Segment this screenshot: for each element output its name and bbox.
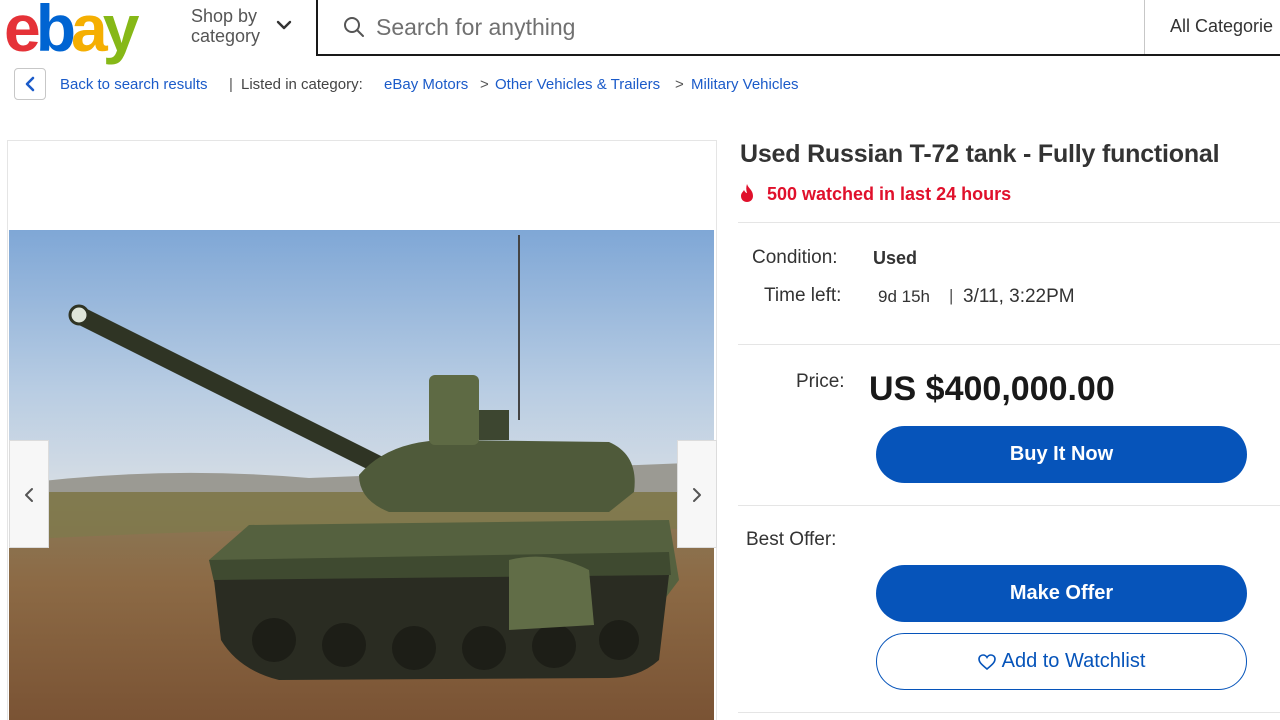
ebay-logo[interactable]: ebay xyxy=(4,0,140,65)
logo-letter-e: e xyxy=(4,0,41,65)
chevron-left-icon xyxy=(25,488,33,502)
listing-title: Used Russian T-72 tank - Fully functiona… xyxy=(740,140,1220,168)
back-button[interactable] xyxy=(14,68,46,100)
condition-value: Used xyxy=(873,248,918,268)
back-to-search-link[interactable]: Back to search results xyxy=(60,76,208,93)
logo-letter-y: y xyxy=(102,0,140,65)
watch-count-badge: 500 watched in last 24 hours xyxy=(767,184,1012,204)
site-header: ebay Shop by category All Categorie xyxy=(0,0,1280,64)
time-divider: | xyxy=(949,286,954,305)
logo-letter-a: a xyxy=(71,0,108,65)
previous-image-button[interactable] xyxy=(9,440,49,548)
chevron-down-icon[interactable] xyxy=(273,14,295,36)
time-left-label: Time left: xyxy=(764,285,842,306)
logo-letter-b: b xyxy=(35,0,76,65)
add-to-watchlist-button[interactable]: Add to Watchlist xyxy=(876,633,1247,690)
search-icon xyxy=(344,17,364,37)
condition-label: Condition: xyxy=(752,247,838,268)
breadcrumb-divider: | xyxy=(229,76,233,93)
divider xyxy=(738,222,1280,223)
shop-by-category[interactable]: Shop by category xyxy=(191,6,260,46)
shop-by-line1: Shop by xyxy=(191,6,258,26)
divider xyxy=(738,505,1280,506)
listing-photo-tank[interactable] xyxy=(9,230,714,720)
search-divider xyxy=(1144,0,1145,54)
category-select[interactable]: All Categorie xyxy=(1170,16,1273,37)
breadcrumb-item-other-vehicles[interactable]: Other Vehicles & Trailers xyxy=(495,76,660,93)
breadcrumb-separator: > xyxy=(675,76,684,93)
time-left-value: 9d 15h xyxy=(878,287,930,306)
breadcrumb-item-ebay-motors[interactable]: eBay Motors xyxy=(384,76,468,93)
divider xyxy=(738,712,1280,713)
breadcrumb-separator: > xyxy=(480,76,489,93)
heart-icon xyxy=(977,653,996,670)
divider xyxy=(738,344,1280,345)
tank-photo-illustration xyxy=(9,230,714,720)
watchlist-label: Add to Watchlist xyxy=(1001,650,1146,672)
chevron-right-icon xyxy=(693,488,701,502)
price-value: US $400,000.00 xyxy=(869,370,1115,408)
buy-it-now-button[interactable]: Buy It Now xyxy=(876,426,1247,483)
breadcrumb-item-military-vehicles[interactable]: Military Vehicles xyxy=(691,76,799,93)
price-label: Price: xyxy=(796,371,845,392)
search-input[interactable] xyxy=(376,10,1076,44)
listed-in-label: Listed in category: xyxy=(241,76,363,93)
chevron-left-icon xyxy=(25,76,35,92)
next-image-button[interactable] xyxy=(677,440,717,548)
fire-icon xyxy=(741,184,753,202)
best-offer-label: Best Offer: xyxy=(746,529,837,550)
auction-end-time: 3/11, 3:22PM xyxy=(963,286,1075,307)
make-offer-button[interactable]: Make Offer xyxy=(876,565,1247,622)
shop-by-line2: category xyxy=(191,26,261,46)
